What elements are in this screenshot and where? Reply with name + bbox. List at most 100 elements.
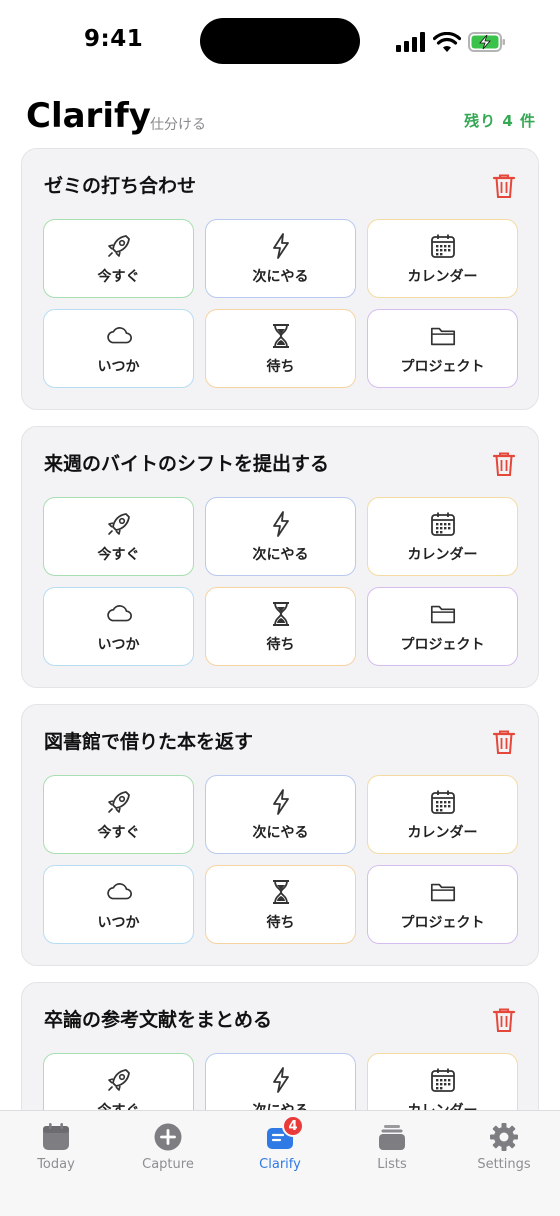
status-icons bbox=[396, 30, 506, 54]
calendar-button[interactable]: カレンダー bbox=[367, 219, 518, 298]
someday-button[interactable]: いつか bbox=[43, 309, 194, 388]
someday-label: いつか bbox=[97, 636, 140, 653]
battery-charging-icon bbox=[468, 32, 505, 52]
notification-badge: 4 bbox=[282, 1115, 304, 1137]
item-title: ゼミの打ち合わせ bbox=[44, 175, 197, 197]
waiting-button[interactable]: 待ち bbox=[205, 587, 356, 666]
clarify-list[interactable]: ゼミの打ち合わせ 今すぐ 次にやる カレンダー いつか 待ち プロジェクト 来週… bbox=[0, 148, 560, 1110]
tab-settings[interactable]: Settings bbox=[448, 1121, 560, 1172]
hourglass-icon bbox=[267, 600, 295, 628]
calendar-icon bbox=[429, 232, 457, 260]
someday-label: いつか bbox=[97, 914, 140, 931]
tab-capture[interactable]: Capture bbox=[112, 1121, 224, 1172]
action-grid: 今すぐ 次にやる カレンダー bbox=[43, 1053, 519, 1110]
lightning-icon bbox=[267, 510, 295, 538]
lightning-icon bbox=[267, 232, 295, 260]
waiting-button[interactable]: 待ち bbox=[205, 309, 356, 388]
plus-circle-icon bbox=[152, 1121, 184, 1153]
someday-button[interactable]: いつか bbox=[43, 865, 194, 944]
project-label: プロジェクト bbox=[400, 636, 485, 653]
hourglass-icon bbox=[267, 878, 295, 906]
rocket-icon bbox=[105, 510, 133, 538]
inbox-item-card: 卒論の参考文献をまとめる 今すぐ 次にやる カレンダー bbox=[21, 982, 539, 1110]
page-subtitle: 仕分ける bbox=[150, 117, 206, 133]
project-button[interactable]: プロジェクト bbox=[367, 309, 518, 388]
rocket-icon bbox=[105, 232, 133, 260]
folder-icon bbox=[429, 322, 457, 350]
rocket-icon bbox=[105, 1066, 133, 1094]
calendar-button[interactable]: カレンダー bbox=[367, 497, 518, 576]
next-action-label: 次にやる bbox=[252, 546, 309, 563]
tab-settings-label: Settings bbox=[477, 1157, 531, 1172]
tray-icon: 4 bbox=[264, 1115, 304, 1153]
next-action-button[interactable]: 次にやる bbox=[205, 775, 356, 854]
now-button[interactable]: 今すぐ bbox=[43, 775, 194, 854]
tab-lists[interactable]: Lists bbox=[336, 1121, 448, 1172]
status-bar: 9:41 bbox=[0, 0, 560, 84]
cloud-icon bbox=[105, 600, 133, 628]
remaining-count: 残り 4 件 bbox=[464, 112, 536, 130]
trash-icon[interactable] bbox=[492, 173, 516, 199]
lightning-icon bbox=[267, 1066, 295, 1094]
item-title: 図書館で借りた本を返す bbox=[44, 731, 254, 753]
tab-capture-label: Capture bbox=[142, 1157, 194, 1172]
project-label: プロジェクト bbox=[400, 914, 485, 931]
project-label: プロジェクト bbox=[400, 358, 485, 375]
page-header: Clarify 仕分ける 残り 4 件 bbox=[26, 96, 536, 140]
cloud-icon bbox=[105, 878, 133, 906]
calendar-icon bbox=[429, 788, 457, 816]
now-button[interactable]: 今すぐ bbox=[43, 1053, 194, 1110]
calendar-button[interactable]: カレンダー bbox=[367, 1053, 518, 1110]
calendar-label: カレンダー bbox=[407, 268, 478, 285]
calendar-button[interactable]: カレンダー bbox=[367, 775, 518, 854]
action-grid: 今すぐ 次にやる カレンダー いつか 待ち プロジェクト bbox=[43, 497, 519, 666]
trash-icon[interactable] bbox=[492, 451, 516, 477]
gear-icon bbox=[488, 1121, 520, 1153]
trash-icon[interactable] bbox=[492, 729, 516, 755]
cellular-signal-icon bbox=[396, 32, 425, 52]
tab-lists-label: Lists bbox=[377, 1157, 407, 1172]
tab-clarify-label: Clarify bbox=[259, 1157, 301, 1172]
tab-today-label: Today bbox=[37, 1157, 75, 1172]
inbox-item-card: ゼミの打ち合わせ 今すぐ 次にやる カレンダー いつか 待ち プロジェクト bbox=[21, 148, 539, 410]
inbox-item-card: 来週のバイトのシフトを提出する 今すぐ 次にやる カレンダー いつか 待ち プロ… bbox=[21, 426, 539, 688]
trash-icon[interactable] bbox=[492, 1007, 516, 1033]
tab-bar: Today Capture 4 Clarify Lists Settings bbox=[0, 1110, 560, 1216]
wifi-icon bbox=[433, 31, 461, 52]
waiting-label: 待ち bbox=[266, 914, 295, 931]
next-action-button[interactable]: 次にやる bbox=[205, 219, 356, 298]
next-action-label: 次にやる bbox=[252, 824, 309, 841]
lightning-icon bbox=[267, 788, 295, 816]
action-grid: 今すぐ 次にやる カレンダー いつか 待ち プロジェクト bbox=[43, 775, 519, 944]
action-grid: 今すぐ 次にやる カレンダー いつか 待ち プロジェクト bbox=[43, 219, 519, 388]
project-button[interactable]: プロジェクト bbox=[367, 587, 518, 666]
tab-today[interactable]: Today bbox=[0, 1121, 112, 1172]
waiting-label: 待ち bbox=[266, 358, 295, 375]
calendar-icon bbox=[429, 510, 457, 538]
item-title: 来週のバイトのシフトを提出する bbox=[44, 453, 330, 475]
waiting-button[interactable]: 待ち bbox=[205, 865, 356, 944]
calendar-label: カレンダー bbox=[408, 1100, 478, 1111]
calendar-label: カレンダー bbox=[407, 546, 478, 563]
now-label: 今すぐ bbox=[97, 546, 140, 563]
someday-label: いつか bbox=[97, 358, 140, 375]
page-title: Clarify bbox=[26, 96, 151, 136]
inbox-item-card: 図書館で借りた本を返す 今すぐ 次にやる カレンダー いつか 待ち プロジェクト bbox=[21, 704, 539, 966]
hourglass-icon bbox=[267, 322, 295, 350]
someday-button[interactable]: いつか bbox=[43, 587, 194, 666]
calendar-label: カレンダー bbox=[407, 824, 478, 841]
now-label: 今すぐ bbox=[97, 268, 140, 285]
calendar-icon bbox=[429, 1066, 457, 1094]
next-action-button[interactable]: 次にやる bbox=[205, 497, 356, 576]
waiting-label: 待ち bbox=[266, 636, 295, 653]
calendar-icon bbox=[40, 1121, 72, 1153]
folder-icon bbox=[429, 878, 457, 906]
next-action-button[interactable]: 次にやる bbox=[205, 1053, 356, 1110]
tab-clarify[interactable]: 4 Clarify bbox=[224, 1115, 336, 1172]
now-label: 今すぐ bbox=[97, 824, 140, 841]
project-button[interactable]: プロジェクト bbox=[367, 865, 518, 944]
item-title: 卒論の参考文献をまとめる bbox=[44, 1009, 273, 1031]
folder-icon bbox=[429, 600, 457, 628]
now-button[interactable]: 今すぐ bbox=[43, 219, 194, 298]
now-button[interactable]: 今すぐ bbox=[43, 497, 194, 576]
